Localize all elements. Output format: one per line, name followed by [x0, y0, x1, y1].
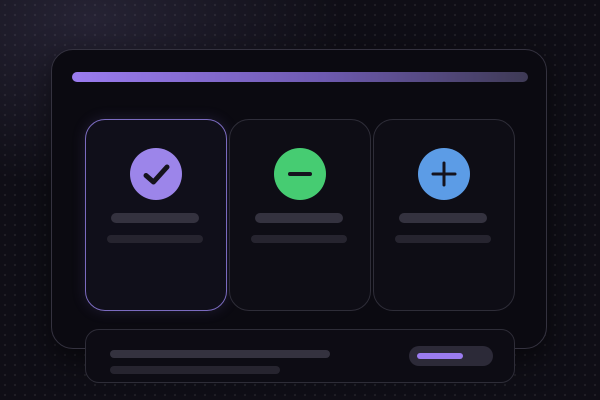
check-icon-glyph: [143, 164, 170, 185]
card-title-placeholder: [255, 213, 343, 223]
footer-subtext-placeholder: [110, 366, 280, 374]
option-card-check[interactable]: [85, 119, 227, 311]
card-title-placeholder: [111, 213, 199, 223]
option-card-minus[interactable]: [229, 119, 371, 311]
plus-icon-glyph: [431, 161, 457, 187]
header-accent-bar: [72, 72, 528, 82]
card-subtitle-placeholder: [107, 235, 203, 243]
progress-fill: [417, 353, 463, 359]
check-icon: [130, 148, 182, 200]
minus-icon-glyph: [288, 172, 312, 176]
minus-icon: [274, 148, 326, 200]
progress-bar: [409, 346, 493, 366]
footer-panel: [85, 329, 515, 383]
card-title-placeholder: [399, 213, 487, 223]
card-subtitle-placeholder: [251, 235, 347, 243]
option-card-plus[interactable]: [373, 119, 515, 311]
app-window: [51, 49, 547, 349]
plus-icon: [418, 148, 470, 200]
footer-text-placeholder: [110, 350, 330, 358]
card-subtitle-placeholder: [395, 235, 491, 243]
